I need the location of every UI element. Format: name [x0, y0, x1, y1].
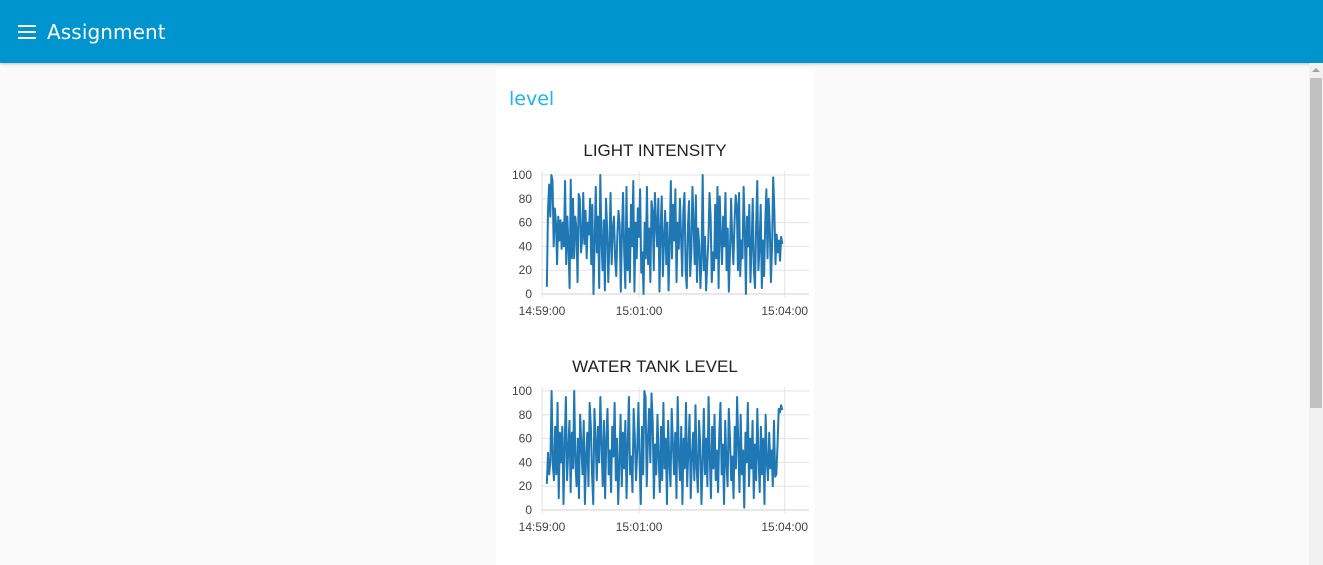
app-toolbar: Assignment — [0, 0, 1323, 63]
y-tick-label: 40 — [519, 239, 533, 253]
vertical-scrollbar[interactable] — [1309, 63, 1323, 565]
y-tick-label: 80 — [519, 408, 533, 422]
x-tick-label: 15:04:00 — [761, 520, 808, 534]
dashboard-content: level LIGHT INTENSITY 0 20 40 60 80 100 14:59… — [0, 63, 1309, 565]
x-tick-label: 14:59:00 — [519, 304, 566, 318]
chart-water-tank-level: WATER TANK LEVEL 0 20 40 60 80 100 14:59:00 15… — [496, 347, 814, 542]
series-line — [545, 174, 784, 295]
y-tick-label: 0 — [525, 503, 532, 517]
page-title: Assignment — [47, 19, 166, 44]
scrollbar-thumb[interactable] — [1310, 78, 1322, 408]
x-tick-label: 15:01:00 — [616, 520, 663, 534]
y-axis-ticks: 0 20 40 60 80 100 — [512, 168, 532, 301]
y-tick-label: 20 — [519, 263, 533, 277]
y-tick-label: 100 — [512, 384, 532, 398]
y-tick-label: 100 — [512, 168, 532, 182]
x-axis-ticks: 14:59:00 15:01:00 15:04:00 — [519, 520, 809, 534]
group-card-level: level LIGHT INTENSITY 0 20 40 60 80 100 14:59… — [496, 69, 814, 565]
x-tick-label: 14:59:00 — [519, 520, 566, 534]
y-tick-label: 80 — [519, 192, 533, 206]
x-tick-label: 15:01:00 — [616, 304, 663, 318]
group-title: level — [509, 88, 555, 110]
x-tick-label: 15:04:00 — [761, 304, 808, 318]
y-tick-label: 40 — [519, 455, 533, 469]
chart-light-intensity: LIGHT INTENSITY 0 20 40 60 80 100 14:59:00 15:… — [496, 131, 814, 326]
chart-water-tank-level-svg: WATER TANK LEVEL 0 20 40 60 80 100 14:59:00 15… — [512, 357, 809, 534]
y-tick-label: 20 — [519, 479, 533, 493]
scroll-up-arrow-icon[interactable] — [1309, 63, 1323, 77]
chart-title: LIGHT INTENSITY — [583, 141, 726, 160]
hamburger-menu-icon[interactable] — [17, 22, 37, 42]
x-axis-ticks: 14:59:00 15:01:00 15:04:00 — [519, 304, 809, 318]
y-tick-label: 60 — [519, 216, 533, 230]
chart-title: WATER TANK LEVEL — [572, 357, 738, 376]
y-tick-label: 0 — [525, 287, 532, 301]
chart-light-intensity-svg: LIGHT INTENSITY 0 20 40 60 80 100 14:59:00 15:… — [512, 141, 809, 318]
y-tick-label: 60 — [519, 432, 533, 446]
series-line — [545, 390, 784, 509]
y-axis-ticks: 0 20 40 60 80 100 — [512, 384, 532, 517]
